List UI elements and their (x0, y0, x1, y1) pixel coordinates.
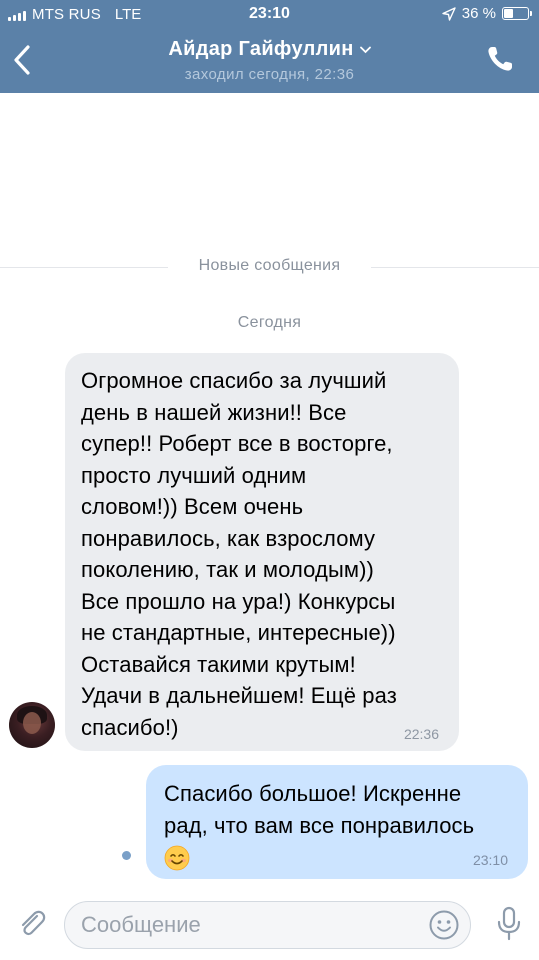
divider-line (371, 267, 539, 268)
chevron-left-icon (14, 45, 30, 75)
call-button[interactable] (485, 44, 515, 74)
new-messages-label: Новые сообщения (198, 257, 341, 274)
date-separator: Сегодня (237, 314, 302, 331)
phone-icon (488, 47, 512, 71)
location-arrow-icon (442, 6, 456, 21)
outgoing-message-bubble[interactable]: Спасибо большое! Искренне рад, что вам в… (146, 765, 528, 879)
battery-icon (502, 7, 532, 20)
message-text: Огромное спасибо за лучший день в нашей … (81, 368, 397, 740)
avatar[interactable] (9, 702, 55, 748)
last-seen-status: заходил сегодня, 22:36 (184, 66, 355, 83)
message-time: 23:10 (472, 852, 508, 868)
battery-level (504, 9, 513, 18)
message-text: Спасибо большое! Искренне рад, что вам в… (164, 781, 475, 838)
smiley-icon (429, 910, 459, 940)
chat-screen: MTS RUS LTE 23:10 36 % Айдар Гайфуллин з… (0, 0, 539, 960)
attach-button[interactable] (16, 908, 48, 940)
unread-indicator (122, 851, 131, 860)
chat-header: MTS RUS LTE 23:10 36 % Айдар Гайфуллин з… (0, 0, 539, 93)
message-input[interactable] (81, 902, 421, 947)
contact-name-row: Айдар Гайфуллин (90, 38, 449, 61)
chevron-down-icon (359, 46, 371, 53)
new-messages-divider: Новые сообщения (0, 256, 539, 278)
smiling-face-emoji (164, 845, 190, 871)
paperclip-icon (21, 910, 46, 936)
back-button[interactable] (8, 42, 38, 78)
message-input-container (64, 901, 471, 949)
incoming-message-bubble[interactable]: Огромное спасибо за лучший день в нашей … (65, 353, 459, 751)
emoji-button[interactable] (428, 909, 460, 941)
message-time: 22:36 (403, 726, 439, 742)
status-bar: MTS RUS LTE 23:10 36 % (0, 0, 539, 30)
microphone-icon (497, 906, 521, 941)
contact-name: Айдар Гайфуллин (168, 38, 354, 60)
contact-title-button[interactable]: Айдар Гайфуллин заходил сегодня, 22:36 (90, 38, 449, 83)
battery-percent: 36 % (461, 5, 496, 22)
message-composer (0, 890, 539, 960)
status-bar-right: 36 % (442, 5, 532, 22)
voice-message-button[interactable] (496, 906, 522, 942)
nav-bar: Айдар Гайфуллин заходил сегодня, 22:36 (0, 30, 539, 93)
